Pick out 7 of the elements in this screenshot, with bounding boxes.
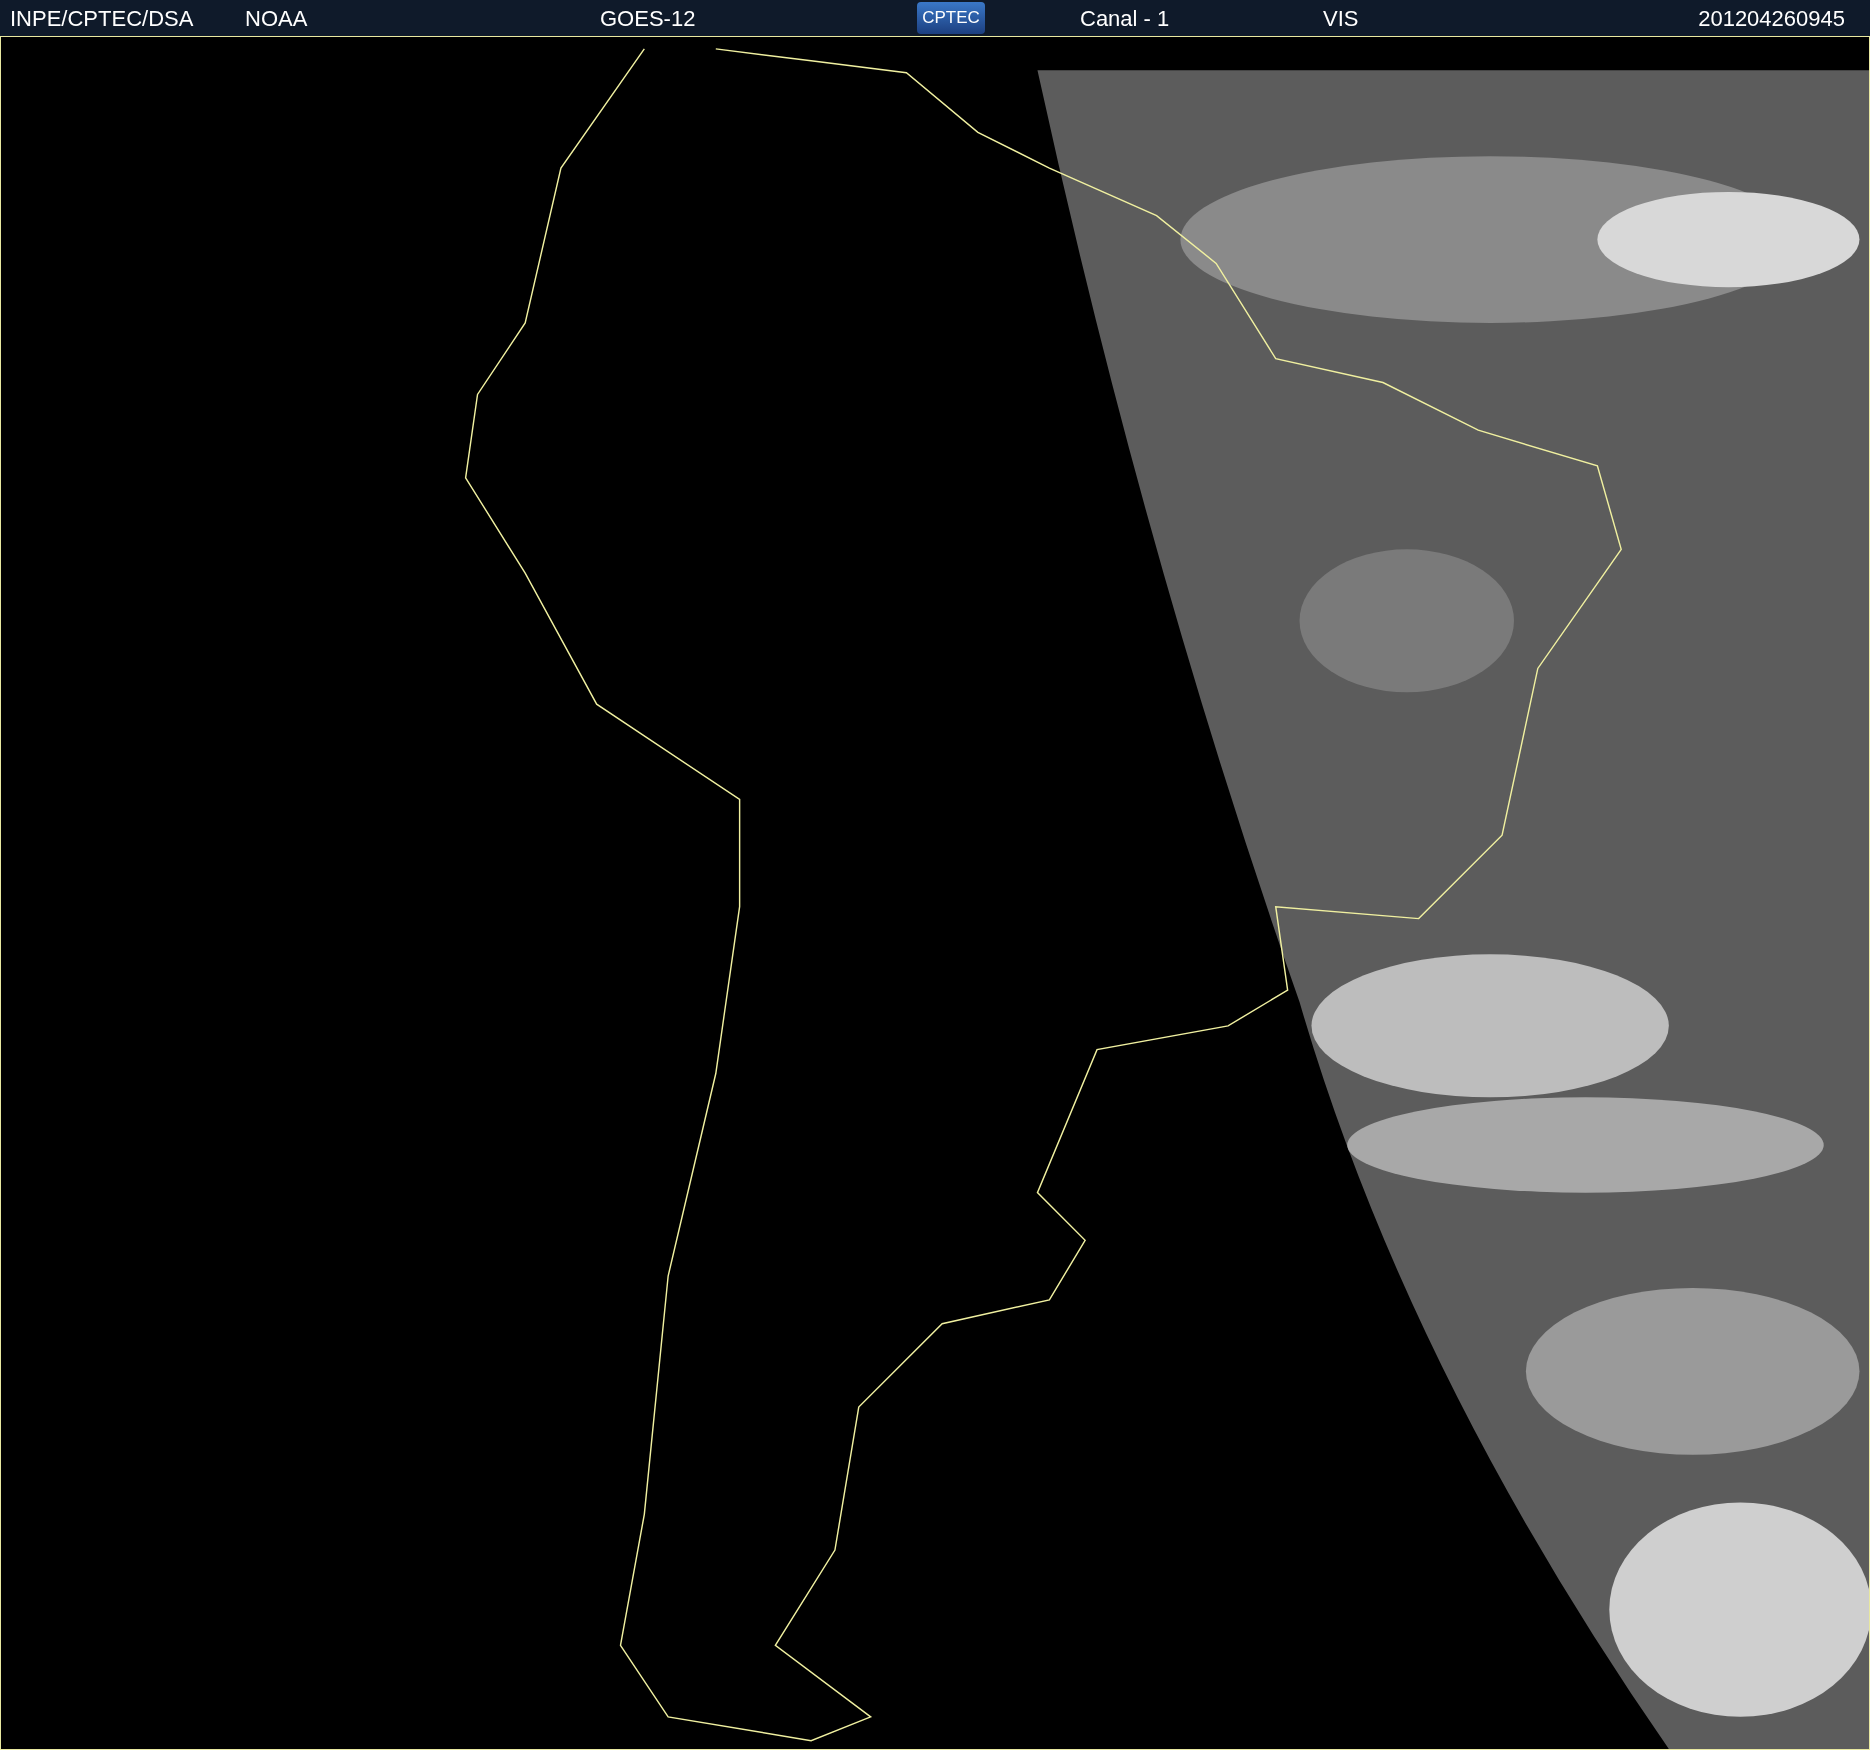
timestamp-label: 201204260945 [1698, 4, 1845, 33]
channel-label: Canal - 1 [1080, 4, 1171, 33]
band-label: VIS [1323, 4, 1360, 33]
logo: CPTEC [917, 2, 985, 34]
agency-label: NOAA [245, 4, 309, 33]
source-label: INPE/CPTEC/DSA [10, 4, 195, 33]
satellite-label: GOES-12 [600, 4, 697, 33]
